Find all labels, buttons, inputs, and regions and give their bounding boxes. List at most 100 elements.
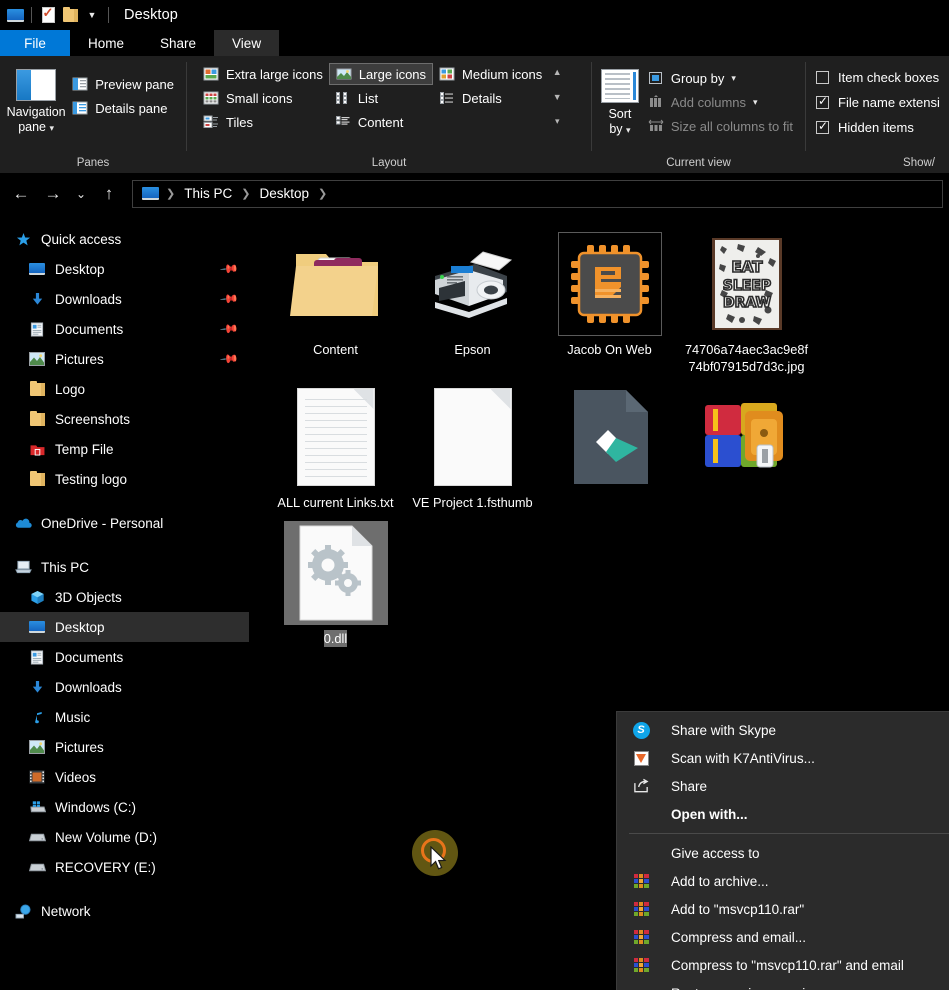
file-item-content[interactable]: Content [267, 226, 404, 379]
extra-large-icons-button[interactable]: Extra large icons [197, 63, 329, 85]
breadcrumb-desktop[interactable]: Desktop [255, 184, 313, 203]
sidebar-item-videos[interactable]: Videos [0, 762, 249, 792]
sidebar-item-new-volume-d[interactable]: New Volume (D:) [0, 822, 249, 852]
back-button[interactable]: ← [6, 179, 36, 209]
details-pane-button[interactable]: Details pane [66, 97, 180, 119]
content-button[interactable]: Content [329, 111, 433, 133]
layout-gallery-scroll[interactable]: ▲ ▼ ▾ [548, 63, 566, 133]
sidebar-item-3d-objects[interactable]: 3D Objects [0, 582, 249, 612]
sort-by-button[interactable]: Sort by ▾ [598, 63, 642, 138]
file-item-all-current-links[interactable]: ALL current Links.txt [267, 379, 404, 515]
menu-item-compress-to-msvcp110-rar-and-email[interactable]: Compress to "msvcp110.rar" and email [617, 951, 949, 979]
sidebar-item-screenshots[interactable]: Screenshots [0, 404, 249, 434]
item-check-boxes-checkbox[interactable]: Item check boxes [816, 65, 939, 90]
group-by-button[interactable]: Group by ▾ [642, 67, 799, 89]
tab-share[interactable]: Share [142, 30, 214, 56]
menu-item-share[interactable]: Share [617, 772, 949, 800]
gallery-expand-icon[interactable]: ▾ [555, 116, 560, 127]
sidebar-item-testing-logo[interactable]: Testing logo [0, 464, 249, 494]
scroll-down-icon[interactable]: ▼ [553, 92, 562, 102]
navigation-pane-button[interactable]: Navigation pane ▾ [6, 63, 66, 136]
file-item-image-jpg[interactable]: EAT SLEEP DRAW 74706a74aec3ac9e8f74bf079… [678, 226, 815, 379]
ribbon-group-layout: Extra large icons Small icons [187, 56, 591, 173]
up-button[interactable]: ↑ [94, 179, 124, 209]
onedrive-cloud-icon [14, 517, 32, 529]
sidebar-label: 3D Objects [55, 590, 122, 605]
sidebar-item-this-pc[interactable]: This PC [0, 552, 249, 582]
medium-icons-button[interactable]: Medium icons [433, 63, 548, 85]
size-all-columns-button[interactable]: Size all columns to fit [642, 115, 799, 137]
menu-item-open-with[interactable]: Open with... [617, 800, 949, 828]
pin-icon[interactable]: 📌 [219, 319, 239, 339]
file-item-dll[interactable]: 0.dll [267, 515, 404, 651]
sidebar-item-network[interactable]: Network [0, 896, 249, 926]
menu-item-add-to-msvcp110-rar[interactable]: Add to "msvcp110.rar" [617, 895, 949, 923]
sidebar-label: Desktop [55, 620, 105, 635]
breadcrumb-this-pc[interactable]: This PC [180, 184, 236, 203]
add-columns-button[interactable]: Add columns ▾ [642, 91, 799, 113]
scroll-up-icon[interactable]: ▲ [553, 67, 562, 77]
sidebar-item-documents-pc[interactable]: Documents [0, 642, 249, 672]
music-note-icon [28, 710, 46, 725]
file-list-view[interactable]: Content [249, 214, 949, 980]
file-item-design-file[interactable] [541, 379, 678, 515]
chevron-down-icon[interactable]: ▾ [49, 123, 54, 133]
sidebar-item-desktop[interactable]: Desktop 📌 [0, 254, 249, 284]
svg-text:DRAW: DRAW [722, 295, 770, 311]
large-icons-button[interactable]: Large icons [329, 63, 433, 85]
breadcrumb[interactable]: ❯ This PC ❯ Desktop ❯ [132, 180, 943, 208]
chevron-right-icon[interactable]: ❯ [316, 187, 329, 200]
preview-pane-button[interactable]: Preview pane [66, 73, 180, 95]
chevron-down-icon[interactable]: ▼ [81, 4, 103, 26]
extra-large-icons-icon [203, 66, 219, 82]
context-menu[interactable]: S Share with Skype Scan with K7AntiVirus… [616, 711, 949, 990]
folder-icon[interactable] [59, 4, 81, 26]
sidebar-item-pictures[interactable]: Pictures 📌 [0, 344, 249, 374]
forward-button[interactable]: → [38, 179, 68, 209]
content-label: Content [358, 115, 404, 130]
tab-file[interactable]: File [0, 30, 70, 56]
pin-icon[interactable]: 📌 [219, 289, 239, 309]
menu-item-scan-with-k7antivirus[interactable]: Scan with K7AntiVirus... [617, 744, 949, 772]
document-check-icon[interactable] [37, 4, 59, 26]
pin-icon[interactable]: 📌 [219, 349, 239, 369]
file-item-epson[interactable]: Epson [404, 226, 541, 379]
sidebar-item-pictures-pc[interactable]: Pictures [0, 732, 249, 762]
tab-view[interactable]: View [214, 30, 279, 56]
chevron-down-icon[interactable]: ▾ [731, 73, 736, 84]
tab-home[interactable]: Home [70, 30, 142, 56]
file-item-jacob-on-web[interactable]: Jacob On Web [541, 226, 678, 379]
sidebar-item-onedrive[interactable]: OneDrive - Personal [0, 508, 249, 538]
sidebar-item-quick-access[interactable]: Quick access [0, 224, 249, 254]
small-icons-button[interactable]: Small icons [197, 87, 329, 109]
chevron-down-icon[interactable]: ▾ [626, 125, 631, 135]
sidebar-item-music[interactable]: Music [0, 702, 249, 732]
menu-item-restore-previous-versions[interactable]: Restore previous versions [617, 979, 949, 990]
sidebar-item-temp-file[interactable]: Temp File [0, 434, 249, 464]
chevron-right-icon[interactable]: ❯ [239, 187, 252, 200]
sidebar-label: Temp File [55, 442, 114, 457]
file-name-extensions-checkbox[interactable]: File name extensi [816, 90, 940, 115]
sidebar-item-downloads[interactable]: Downloads 📌 [0, 284, 249, 314]
sidebar-item-desktop-selected[interactable]: Desktop [0, 612, 249, 642]
menu-item-give-access-to[interactable]: Give access to ❯ [617, 839, 949, 867]
tiles-button[interactable]: Tiles [197, 111, 329, 133]
menu-item-share-with-skype[interactable]: S Share with Skype [617, 716, 949, 744]
menu-item-label: Restore previous versions [671, 986, 827, 990]
menu-item-add-to-archive[interactable]: Add to archive... [617, 867, 949, 895]
recent-locations-button[interactable]: ⌄ [70, 179, 92, 209]
list-button[interactable]: List [329, 87, 433, 109]
sidebar-item-recovery-e[interactable]: RECOVERY (E:) [0, 852, 249, 882]
share-arrow-icon [631, 778, 651, 794]
file-item-ve-project[interactable]: VE Project 1.fsthumb [404, 379, 541, 515]
sidebar-item-downloads-pc[interactable]: Downloads [0, 672, 249, 702]
pin-icon[interactable]: 📌 [219, 259, 239, 279]
file-item-rar-archive[interactable] [678, 379, 815, 515]
details-button[interactable]: Details [433, 87, 548, 109]
sidebar-item-windows-c[interactable]: Windows (C:) [0, 792, 249, 822]
sidebar-item-documents[interactable]: Documents 📌 [0, 314, 249, 344]
sidebar-item-logo[interactable]: Logo [0, 374, 249, 404]
chevron-down-icon[interactable]: ▾ [753, 97, 758, 108]
hidden-items-checkbox[interactable]: Hidden items [816, 115, 914, 140]
menu-item-compress-and-email[interactable]: Compress and email... [617, 923, 949, 951]
